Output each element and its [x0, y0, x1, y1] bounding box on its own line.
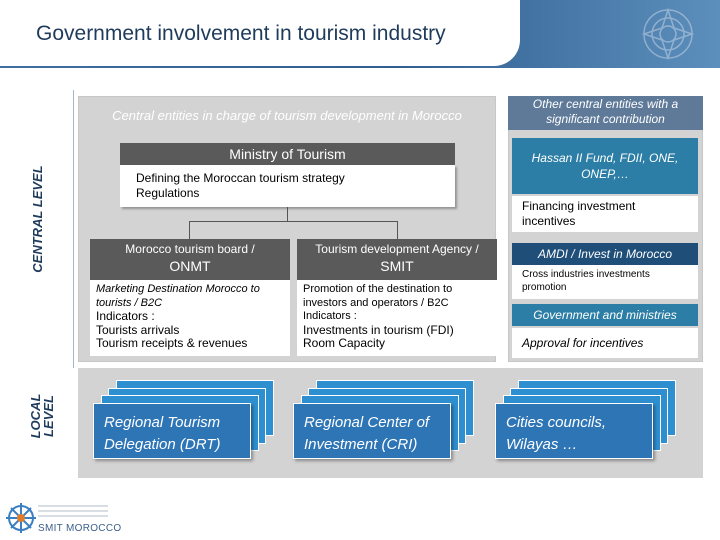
connector-horizontal — [189, 221, 397, 222]
smit-header-line1: Tourism development Agency / — [315, 242, 479, 256]
slide-title: Government involvement in tourism indust… — [36, 22, 446, 45]
councils-box: Cities councils, Wilayas … — [495, 403, 653, 459]
rosette-ornament-icon — [641, 7, 695, 61]
smit-details: Promotion of the destination to investor… — [297, 280, 497, 356]
level-divider — [73, 90, 74, 368]
government-title: Government and ministries — [533, 308, 677, 322]
logo-tagline-decoration — [38, 505, 108, 519]
connector-right — [397, 221, 398, 239]
connector-left — [189, 221, 190, 239]
onmt-header: Morocco tourism board / ONMT — [90, 239, 290, 280]
cri-box: Regional Center of Investment (CRI) — [293, 403, 451, 459]
amdi-title-box: AMDI / Invest in Morocco — [512, 243, 698, 265]
local-level-text: LOCAL LEVEL — [28, 393, 56, 439]
onmt-header-line2: ONMT — [169, 258, 211, 274]
government-desc: Approval for incentives — [512, 328, 698, 358]
other-entities-heading: Other central entities with a significan… — [532, 97, 679, 126]
hassan-fund-title: Hassan II Fund, FDII, ONE, ONEP,… — [531, 151, 679, 181]
connector-vertical — [287, 207, 288, 221]
ministry-title-bar: Ministry of Tourism — [120, 143, 455, 165]
onmt-details: Marketing Destination Morocco to tourist… — [90, 280, 290, 356]
smit-indicators: Investments in tourism (FDI) Room Capaci… — [303, 322, 454, 350]
onmt-indicators: Tourists arrivals Tourism receipts & rev… — [96, 322, 248, 350]
amdi-desc: Cross industries investments promotion — [512, 265, 698, 299]
onmt-indicators-label: Indicators : — [96, 309, 155, 323]
hassan-fund-title-box: Hassan II Fund, FDII, ONE, ONEP,… — [512, 138, 698, 194]
smit-header-line2: SMIT — [380, 258, 414, 274]
smit-logo-icon — [6, 503, 36, 533]
smit-indicators-label: Indicators : — [303, 310, 357, 322]
central-level-label: CENTRAL LEVEL — [30, 165, 45, 273]
drt-box: Regional Tourism Delegation (DRT) — [93, 403, 251, 459]
onmt-mission: Marketing Destination Morocco to tourist… — [96, 283, 260, 309]
central-entities-heading: Central entities in charge of tourism de… — [112, 108, 462, 123]
onmt-header-line1: Morocco tourism board / — [125, 242, 255, 256]
ministry-title: Ministry of Tourism — [229, 146, 346, 162]
local-level-panel-fade — [78, 478, 703, 508]
logo-text: SMIT MOROCCO — [38, 523, 122, 534]
hassan-fund-desc: Financing investment incentives — [512, 196, 698, 232]
government-title-box: Government and ministries — [512, 304, 698, 326]
smit-mission: Promotion of the destination to investor… — [303, 283, 453, 309]
local-level-label: LOCAL LEVEL — [28, 389, 67, 443]
amdi-title: AMDI / Invest in Morocco — [537, 247, 673, 261]
ministry-description: Defining the Moroccan tourism strategy R… — [120, 165, 455, 207]
smit-header: Tourism development Agency / SMIT — [297, 239, 497, 280]
